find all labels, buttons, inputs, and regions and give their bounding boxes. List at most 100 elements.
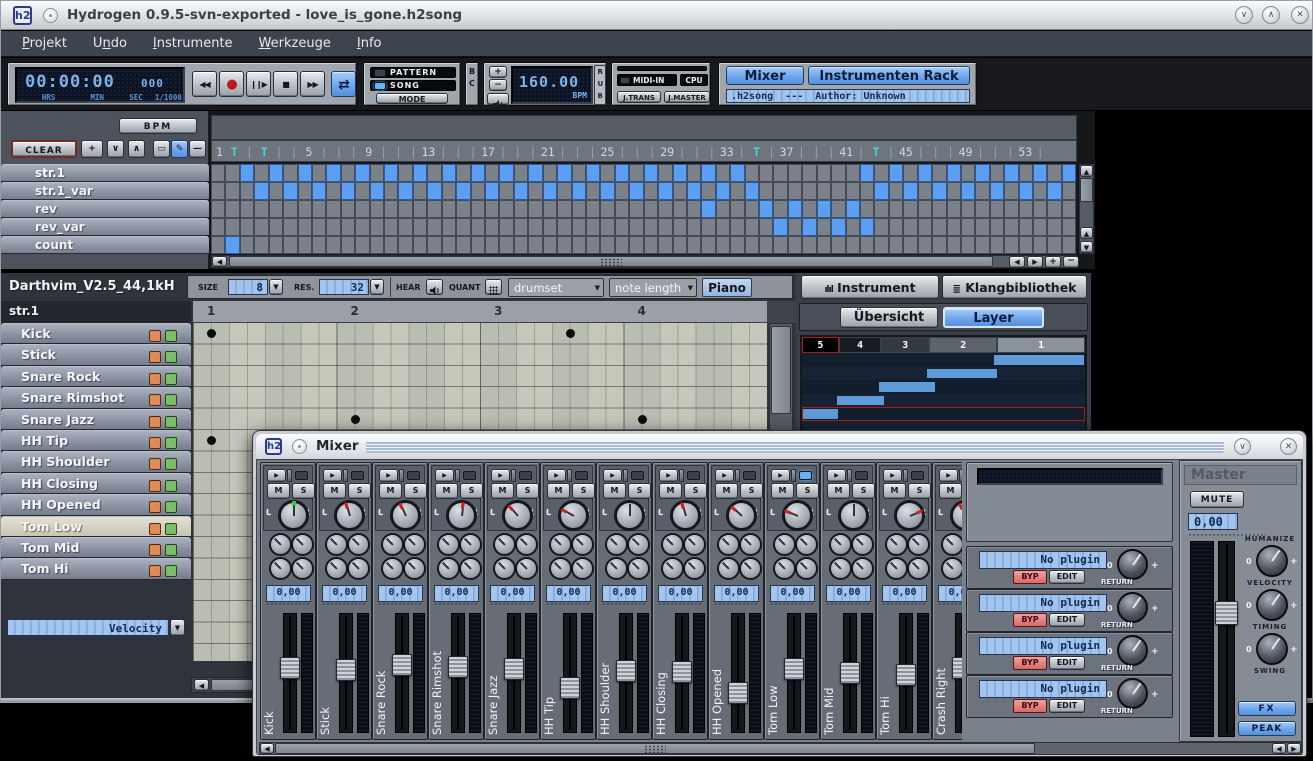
song-grid-cell[interactable] (773, 200, 787, 218)
instrument-solo-led[interactable] (165, 523, 177, 535)
song-grid-cell[interactable] (543, 164, 557, 182)
song-grid-cell[interactable] (975, 218, 989, 236)
song-grid-cell[interactable] (471, 200, 485, 218)
strip-mute-button[interactable]: M (379, 483, 402, 499)
strip-mute-button[interactable]: M (547, 483, 570, 499)
song-grid-cell[interactable] (514, 182, 528, 200)
song-zoom-scroll-left[interactable]: ◀ (1009, 256, 1025, 268)
fx-send-knob[interactable] (269, 533, 292, 556)
song-grid-cell[interactable] (600, 236, 614, 254)
strip-mute-button[interactable]: M (435, 483, 458, 499)
layer-header-cell[interactable]: 2 (929, 337, 997, 353)
song-grid-cell[interactable] (240, 182, 254, 200)
song-grid-cell[interactable] (759, 182, 773, 200)
strip-play-button[interactable]: ▶ (939, 469, 958, 482)
song-vscroll-up[interactable]: ▲ (1080, 165, 1093, 177)
song-grid-cell[interactable] (398, 236, 412, 254)
song-grid-cell[interactable] (413, 218, 427, 236)
strip-mute-button[interactable]: M (323, 483, 346, 499)
song-grid-cell[interactable] (471, 218, 485, 236)
song-grid-cell[interactable] (629, 164, 643, 182)
strip-pan-knob[interactable] (950, 500, 962, 531)
song-grid-cell[interactable] (990, 200, 1004, 218)
instrument-row[interactable]: Snare Rimshot (1, 387, 191, 408)
song-grid-cell[interactable] (211, 236, 225, 254)
strip-fader-handle[interactable] (896, 664, 916, 686)
song-grid-cell[interactable] (254, 236, 268, 254)
mixer-close-button[interactable]: ✕ (1280, 438, 1297, 455)
song-hscrollbar[interactable]: ◀ (211, 255, 1077, 268)
song-grid-cell[interactable] (802, 200, 816, 218)
master-fader-track[interactable] (1218, 541, 1235, 737)
song-grid-cell[interactable] (701, 164, 715, 182)
song-grid-cell[interactable] (687, 200, 701, 218)
song-grid-cell[interactable] (1047, 200, 1061, 218)
strip-solo-button[interactable]: S (572, 483, 595, 499)
strip-mute-button[interactable]: M (267, 483, 290, 499)
song-grid-cell[interactable] (240, 164, 254, 182)
song-grid-row[interactable] (211, 236, 1077, 254)
fx-return-knob[interactable] (1117, 678, 1148, 709)
song-grid-cell[interactable] (586, 164, 600, 182)
song-grid-cell[interactable] (716, 182, 730, 200)
song-grid-cell[interactable] (485, 164, 499, 182)
song-grid-cell[interactable] (269, 200, 283, 218)
fx-send-knob[interactable] (549, 533, 572, 556)
instrument-row[interactable]: Tom Mid (1, 537, 191, 558)
song-grid-cell[interactable] (831, 200, 845, 218)
song-grid-cell[interactable] (600, 218, 614, 236)
pattern-list-item[interactable]: rev (1, 200, 209, 218)
fx-send-knob[interactable] (493, 533, 516, 556)
song-grid-cell[interactable] (788, 218, 802, 236)
song-grid-cell[interactable] (658, 164, 672, 182)
song-grid-cell[interactable] (918, 200, 932, 218)
instrument-row[interactable]: Snare Rock (1, 366, 191, 387)
song-grid-cell[interactable] (687, 218, 701, 236)
fx-return-knob[interactable] (1117, 549, 1148, 580)
fx-send-knob[interactable] (381, 557, 404, 580)
window-menu-icon[interactable] (292, 439, 307, 454)
song-grid-cell[interactable] (398, 200, 412, 218)
song-grid-cell[interactable] (485, 218, 499, 236)
layer-row[interactable] (802, 380, 1085, 394)
song-grid-cell[interactable] (514, 218, 528, 236)
strip-fader-handle[interactable] (504, 658, 524, 680)
song-grid-row[interactable] (211, 200, 1077, 218)
song-grid-cell[interactable] (615, 218, 629, 236)
song-grid-cell[interactable] (860, 200, 874, 218)
song-grid-cell[interactable] (1019, 236, 1033, 254)
fx-send-knob[interactable] (347, 557, 370, 580)
song-grid-cell[interactable] (874, 182, 888, 200)
song-grid-cell[interactable] (730, 182, 744, 200)
song-grid-cell[interactable] (975, 182, 989, 200)
instrument-mute-led[interactable] (149, 437, 161, 449)
fx-plugin-name-display[interactable]: No plugin (979, 680, 1107, 698)
strip-play-button[interactable]: ▶ (603, 469, 622, 482)
strip-play-button[interactable]: ▶ (771, 469, 790, 482)
strip-mute-button[interactable]: M (491, 483, 514, 499)
song-grid-cell[interactable] (413, 164, 427, 182)
strip-pan-knob[interactable] (894, 500, 925, 531)
master-peak-button[interactable]: PEAK (1238, 721, 1296, 736)
instrument-mute-led[interactable] (149, 544, 161, 556)
song-grid-cell[interactable] (701, 200, 715, 218)
instrument-mute-led[interactable] (149, 458, 161, 470)
tab-soundlibrary[interactable]: ≣ Klangbibliothek (942, 275, 1087, 299)
song-grid-cell[interactable] (644, 200, 658, 218)
bpm-display[interactable]: 160.00 BPM (511, 66, 593, 104)
master-mute-button[interactable]: MUTE (1190, 491, 1244, 508)
song-grid-cell[interactable] (673, 236, 687, 254)
song-grid-cell[interactable] (528, 164, 542, 182)
song-grid-cell[interactable] (586, 200, 600, 218)
song-grid-cell[interactable] (701, 236, 715, 254)
strip-pan-knob[interactable] (278, 500, 309, 531)
song-grid-cell[interactable] (716, 218, 730, 236)
song-grid-cell[interactable] (398, 182, 412, 200)
fx-return-knob[interactable] (1117, 592, 1148, 623)
menu-item-instrumente[interactable]: Instrumente (153, 36, 233, 51)
song-grid-cell[interactable] (716, 200, 730, 218)
instrument-row[interactable]: Tom Low (1, 516, 191, 537)
song-grid-cell[interactable] (586, 236, 600, 254)
song-grid-cell[interactable] (384, 200, 398, 218)
strip-fader-handle[interactable] (840, 662, 860, 684)
